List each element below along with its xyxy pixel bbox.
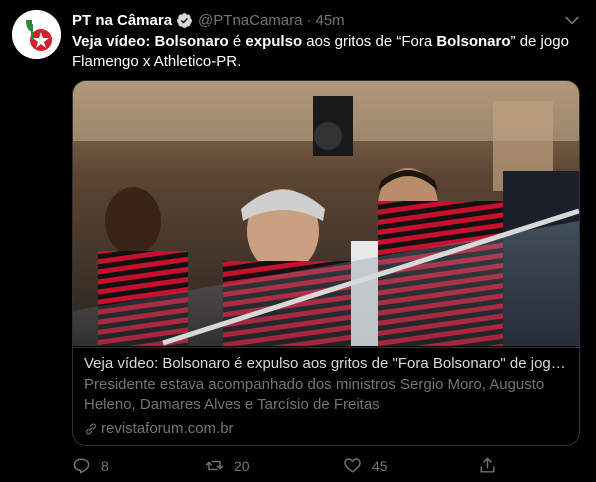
tweet-text-segment: expulso [245, 33, 303, 50]
card-title: Veja vídeo: Bolsonaro é expulso aos grit… [84, 355, 568, 372]
retweet-button[interactable]: 20 [205, 456, 250, 475]
share-button[interactable] [478, 456, 507, 475]
verified-badge-icon [176, 12, 193, 29]
reply-button[interactable]: 8 [72, 456, 109, 475]
handle[interactable]: @PTnaCamara [198, 12, 302, 29]
tweet-text-segment: Veja vídeo: [72, 33, 155, 50]
like-count: 45 [372, 457, 388, 474]
avatar[interactable] [12, 10, 61, 59]
heart-icon [344, 458, 361, 473]
tweet-actions: 8 20 45 [72, 456, 512, 476]
like-button[interactable]: 45 [343, 456, 388, 475]
reply-icon [73, 458, 90, 474]
link-icon [86, 423, 96, 435]
timestamp[interactable]: 45m [315, 12, 344, 29]
card-domain: revistaforum.com.br [84, 419, 234, 439]
tweet[interactable]: PT na Câmara @PTnaCamara · 45m Veja víde… [0, 0, 596, 482]
share-icon [480, 457, 495, 473]
retweet-icon [205, 460, 224, 471]
separator: · [306, 11, 312, 29]
card-domain-text: revistaforum.com.br [101, 420, 234, 437]
link-card[interactable]: Veja vídeo: Bolsonaro é expulso aos grit… [72, 80, 580, 446]
tweet-text-segment: Bolsonaro [436, 33, 511, 50]
display-name[interactable]: PT na Câmara [72, 12, 172, 29]
card-description: Presidente estava acompanhado dos minist… [84, 376, 545, 413]
tweet-text-segment: é [228, 33, 246, 50]
card-image [73, 81, 579, 346]
tweet-text: Veja vídeo: Bolsonaro é expulso aos grit… [72, 32, 577, 72]
tweet-text-segment: Bolsonaro [154, 33, 229, 50]
reply-count: 8 [101, 457, 109, 474]
more-options-chevron-icon[interactable] [562, 10, 582, 30]
retweet-count: 20 [234, 457, 250, 474]
card-body: Veja vídeo: Bolsonaro é expulso aos grit… [73, 347, 579, 445]
tweet-header: PT na Câmara @PTnaCamara · 45m [72, 10, 345, 30]
pt-logo-icon [12, 10, 61, 59]
tweet-text-segment: aos gritos de “Fora [302, 33, 437, 50]
